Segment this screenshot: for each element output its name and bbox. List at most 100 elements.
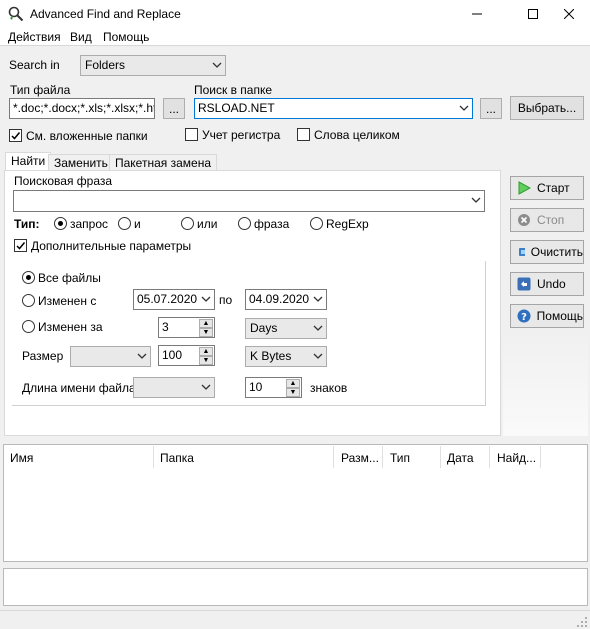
name-length-unit-label: знаков — [310, 381, 348, 395]
to-label: по — [219, 293, 233, 307]
all-files-radio[interactable] — [22, 271, 35, 284]
file-type-value: *.doc;*.docx;*.xls;*.xlsx;*.ht — [13, 101, 155, 115]
column-divider[interactable] — [333, 446, 334, 468]
type-or-radio[interactable] — [181, 217, 194, 230]
chevron-down-icon — [313, 296, 323, 302]
chevron-down-icon — [137, 353, 147, 359]
folder-input[interactable]: RSLOAD.NET — [194, 98, 473, 119]
advanced-checkbox[interactable] — [14, 239, 27, 252]
start-button[interactable]: Старт — [510, 176, 584, 200]
chevron-down-icon — [471, 197, 481, 203]
size-label: Размер — [22, 349, 64, 363]
stop-button[interactable]: Стоп — [510, 208, 584, 232]
search-in-label: Search in — [9, 58, 60, 72]
chevron-down-icon — [313, 353, 323, 359]
within-spin[interactable]: ▲ ▼ — [199, 319, 213, 337]
spin-down-icon[interactable]: ▼ — [199, 328, 213, 337]
tab-find[interactable]: Найти — [5, 152, 52, 171]
file-type-browse-button[interactable]: ... — [163, 98, 185, 119]
search-in-select[interactable]: Folders — [80, 55, 226, 76]
maximize-icon — [528, 9, 538, 19]
column-date[interactable]: Дата — [447, 451, 474, 465]
choose-folder-button[interactable]: Выбрать... — [510, 96, 584, 120]
date-from-picker[interactable]: 05.07.2020 — [133, 289, 215, 310]
within-stepper[interactable]: 3 ▲ ▼ — [158, 317, 215, 338]
resize-grip-icon[interactable] — [576, 616, 588, 628]
folder-browse-button[interactable]: ... — [480, 98, 502, 119]
size-operator-select[interactable] — [70, 346, 151, 367]
search-phrase-input[interactable] — [13, 190, 485, 212]
file-type-input[interactable]: *.doc;*.docx;*.xls;*.xlsx;*.ht — [9, 98, 155, 119]
type-label: Тип: — [14, 217, 40, 231]
minimize-icon — [472, 13, 482, 15]
spin-down-icon[interactable]: ▼ — [286, 388, 300, 397]
name-length-spin[interactable]: ▲ ▼ — [286, 379, 300, 397]
close-icon — [564, 9, 574, 19]
whole-words-checkbox[interactable] — [297, 128, 310, 141]
help-button-label: Помощь — [536, 309, 583, 323]
column-found[interactable]: Найд... — [497, 451, 536, 465]
spin-down-icon[interactable]: ▼ — [199, 356, 213, 365]
column-divider[interactable] — [540, 446, 541, 468]
undo-button[interactable]: Undo — [510, 272, 584, 296]
subfolders-checkbox[interactable] — [9, 129, 22, 142]
spin-up-icon[interactable]: ▲ — [199, 319, 213, 328]
modified-from-label: Изменен с — [38, 294, 97, 308]
chevron-down-icon — [313, 325, 323, 331]
modified-from-radio[interactable] — [22, 294, 35, 307]
size-spin[interactable]: ▲ ▼ — [199, 347, 213, 365]
within-value: 3 — [162, 320, 169, 334]
column-folder[interactable]: Папка — [160, 451, 194, 465]
column-divider[interactable] — [153, 446, 154, 468]
spin-up-icon[interactable]: ▲ — [286, 379, 300, 388]
tab-batch-replace[interactable]: Пакетная замена — [109, 154, 217, 171]
minimize-button[interactable] — [454, 0, 500, 28]
app-icon — [8, 6, 24, 22]
menu-actions[interactable]: Действия — [8, 30, 61, 44]
name-length-operator-select[interactable] — [133, 377, 215, 398]
case-label: Учет регистра — [202, 128, 281, 142]
column-name[interactable]: Имя — [10, 451, 33, 465]
checkmark-icon — [16, 242, 26, 250]
type-phrase-radio[interactable] — [238, 217, 251, 230]
close-button[interactable] — [546, 0, 590, 28]
column-divider[interactable] — [440, 446, 441, 468]
name-length-stepper[interactable]: 10 ▲ ▼ — [245, 377, 302, 398]
search-in-value: Folders — [85, 58, 126, 72]
case-checkbox[interactable] — [185, 128, 198, 141]
tab-replace[interactable]: Заменить — [48, 154, 114, 171]
type-and-radio[interactable] — [118, 217, 131, 230]
menu-help[interactable]: Помощь — [103, 30, 149, 44]
window-title: Advanced Find and Replace — [30, 7, 181, 21]
chevron-down-icon — [459, 105, 469, 111]
help-icon: ? — [517, 309, 531, 323]
column-type[interactable]: Тип — [390, 451, 410, 465]
chevron-down-icon — [201, 296, 211, 302]
file-type-label: Тип файла — [10, 83, 71, 97]
type-regexp-radio[interactable] — [310, 217, 323, 230]
chevron-down-icon — [201, 384, 211, 390]
preview-pane[interactable] — [3, 568, 588, 606]
type-query-radio[interactable] — [54, 217, 67, 230]
size-stepper[interactable]: 100 ▲ ▼ — [158, 345, 215, 366]
size-unit-select[interactable]: K Bytes — [245, 346, 327, 367]
type-regexp-label: RegExp — [326, 217, 369, 231]
checkmark-icon — [11, 132, 21, 140]
within-unit-select[interactable]: Days — [245, 318, 327, 339]
type-query-label: запрос — [70, 217, 109, 231]
date-to-value: 04.09.2020 — [249, 292, 310, 306]
column-size[interactable]: Разм... — [341, 451, 379, 465]
advanced-label: Дополнительные параметры — [31, 239, 192, 253]
column-divider[interactable] — [382, 446, 383, 468]
modified-within-radio[interactable] — [22, 320, 35, 333]
menu-view[interactable]: Вид — [70, 30, 92, 44]
column-divider[interactable] — [489, 446, 490, 468]
clear-button[interactable]: Очистить — [510, 240, 584, 264]
help-button[interactable]: ? Помощь — [510, 304, 584, 328]
spin-up-icon[interactable]: ▲ — [199, 347, 213, 356]
folder-label: Поиск в папке — [194, 83, 273, 97]
menu-bar: Действия Вид Помощь — [0, 28, 590, 46]
undo-icon — [517, 277, 531, 291]
folder-value: RSLOAD.NET — [198, 101, 275, 115]
date-to-picker[interactable]: 04.09.2020 — [245, 289, 327, 310]
